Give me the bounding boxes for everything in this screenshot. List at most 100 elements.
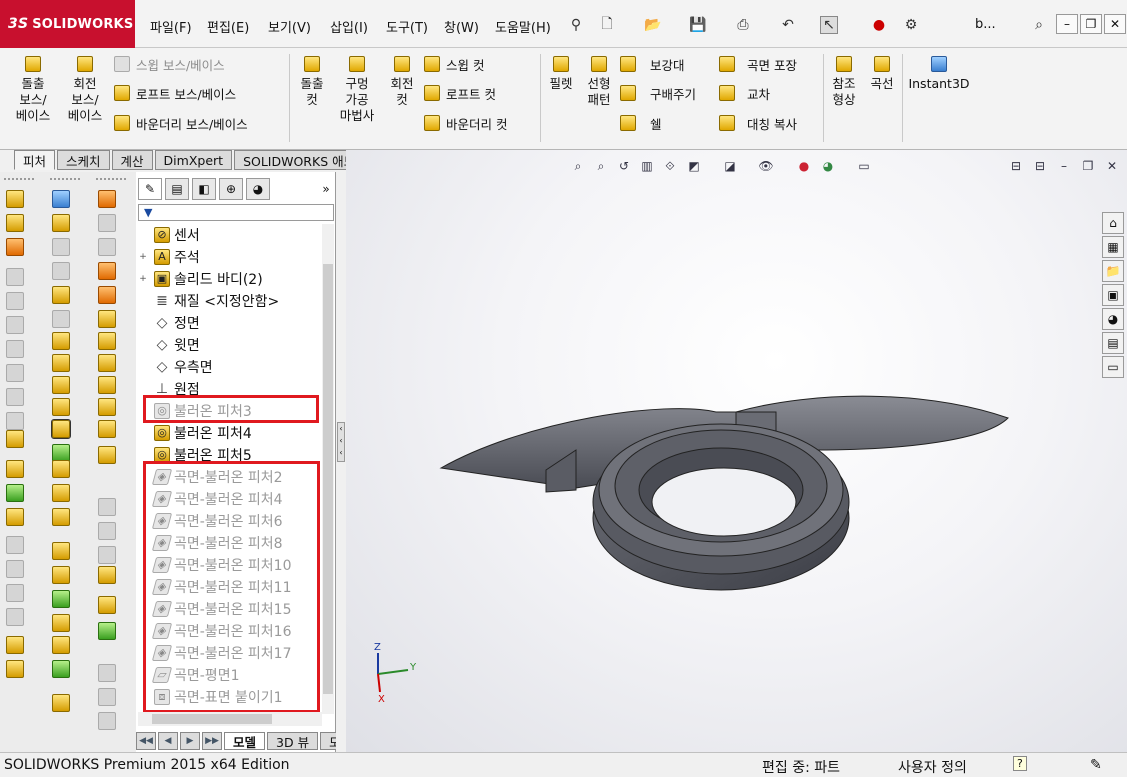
tool-icon[interactable] [52, 190, 70, 208]
tool-icon[interactable] [98, 664, 116, 682]
configuration-manager-icon[interactable]: ◧ [192, 178, 216, 200]
prev-tab-icon[interactable]: ◀ [158, 732, 178, 750]
boundary-boss-button[interactable]: 바운더리 보스/베이스 [114, 114, 248, 132]
tree-item[interactable]: ◈ 곡면-불러온 피처2 [138, 466, 283, 488]
mirror-button[interactable]: 대칭 복사 [719, 114, 797, 132]
tool-icon[interactable] [98, 596, 116, 614]
tree-item[interactable]: ⊘ 센서 [138, 224, 200, 246]
intersect-button[interactable]: 교차 [719, 84, 770, 102]
tree-item[interactable]: ◇ 우측면 [138, 356, 213, 378]
tool-icon[interactable] [98, 286, 116, 304]
tool-icon[interactable] [98, 420, 116, 438]
curves-button[interactable]: 곡선 [864, 56, 900, 92]
graphics-area[interactable]: ⌕ ⌕ ↺ ▥ ⟐ ◩ ◪ 👁 ● ◕ ▭ ⊟ ⊟ – ❐ ✕ Z Y X [346, 150, 1127, 752]
tree-filter-field[interactable]: ▼ [138, 204, 334, 221]
menu-tools[interactable]: 도구(T) [386, 17, 428, 36]
tool-icon[interactable] [6, 214, 24, 232]
tool-icon[interactable] [52, 566, 70, 584]
revolved-cut-button[interactable]: 회전 컷 [382, 56, 422, 108]
lofted-boss-button[interactable]: 로프트 보스/베이스 [114, 84, 236, 102]
next-tab-icon[interactable]: ▶ [180, 732, 200, 750]
tool-icon[interactable] [52, 590, 70, 608]
tab-sketch[interactable]: 스케치 [57, 150, 110, 170]
tool-icon[interactable] [52, 376, 70, 394]
tool-icon[interactable] [98, 190, 116, 208]
menu-file[interactable]: 파일(F) [150, 17, 192, 36]
panel-splitter[interactable]: ‹ ‹ ‹ [336, 172, 346, 752]
extruded-cut-button[interactable]: 돌출 컷 [294, 56, 330, 108]
tool-icon[interactable] [6, 508, 24, 526]
toolbar-grip[interactable] [50, 178, 80, 181]
tool-icon[interactable] [52, 310, 70, 328]
search-icon[interactable]: ⌕ [1030, 16, 1048, 34]
tree-item[interactable]: ⊥ 원점 [138, 378, 200, 400]
tool-icon[interactable] [6, 238, 24, 256]
tool-icon[interactable] [6, 364, 24, 382]
tool-icon[interactable] [98, 546, 116, 564]
tool-icon[interactable] [98, 354, 116, 372]
tool-icon[interactable] [98, 622, 116, 640]
tree-item[interactable]: ◈ 곡면-불러온 피처16 [138, 620, 291, 642]
tool-icon[interactable] [52, 660, 70, 678]
tree-item[interactable]: ◈ 곡면-불러온 피처10 [138, 554, 291, 576]
tree-item[interactable]: ◇ 윗면 [138, 334, 200, 356]
menu-view[interactable]: 보기(V) [268, 17, 311, 36]
tree-item[interactable]: ◈ 곡면-불러온 피처17 [138, 642, 291, 664]
instant3d-button[interactable]: Instant3D [906, 56, 972, 92]
close-button[interactable]: ✕ [1104, 14, 1126, 34]
file-explorer-icon[interactable]: 📁 [1102, 260, 1124, 282]
tree-item[interactable]: ◎ 불러온 피처4 [138, 422, 252, 444]
tool-icon[interactable] [52, 636, 70, 654]
print-icon[interactable]: ⎙ [734, 16, 752, 34]
tool-icon[interactable] [6, 340, 24, 358]
tree-item[interactable]: ≣ 재질 <지정안함> [138, 290, 279, 312]
design-library-icon[interactable]: ▦ [1102, 236, 1124, 258]
tree-item[interactable]: ◇ 정면 [138, 312, 200, 334]
wrap-button[interactable]: 곡면 포장 [719, 55, 797, 73]
tool-icon[interactable] [98, 376, 116, 394]
tree-item[interactable]: ▱ 곡면-평면1 [138, 664, 239, 686]
tree-item[interactable]: + A 주석 [138, 246, 200, 268]
tool-icon[interactable] [98, 566, 116, 584]
view-palette-icon[interactable]: ▣ [1102, 284, 1124, 306]
draft-button[interactable]: 구배주기 [620, 84, 696, 102]
tree-item[interactable]: ◈ 곡면-불러온 피처6 [138, 510, 283, 532]
restore-button[interactable]: ❐ [1080, 14, 1102, 34]
tab-dimxpert[interactable]: DimXpert [154, 150, 233, 170]
tool-icon[interactable] [6, 268, 24, 286]
tree-item[interactable]: + ▣ 솔리드 바디(2) [138, 268, 263, 290]
fillet-button[interactable]: 필렛 [544, 56, 578, 92]
linear-pattern-button[interactable]: 선형 패턴 [580, 56, 618, 108]
save-icon[interactable]: 💾 [689, 16, 707, 34]
last-tab-icon[interactable]: ▶▶ [202, 732, 222, 750]
tool-icon[interactable] [98, 214, 116, 232]
tool-icon[interactable] [98, 238, 116, 256]
first-tab-icon[interactable]: ◀◀ [136, 732, 156, 750]
tool-icon[interactable] [6, 484, 24, 502]
menu-help[interactable]: 도움말(H) [495, 17, 551, 36]
revolved-boss-button[interactable]: 회전 보스/ 베이스 [62, 56, 108, 124]
rib-button[interactable]: 보강대 [620, 55, 685, 73]
reference-geometry-button[interactable]: 참조 형상 [826, 56, 862, 108]
tree-vertical-scrollbar[interactable] [322, 224, 334, 714]
solidworks-logo[interactable]: 3S SOLIDWORKS [0, 0, 135, 48]
tab-evaluate[interactable]: 계산 [111, 150, 153, 170]
tool-icon[interactable] [98, 310, 116, 328]
tool-icon[interactable] [6, 584, 24, 602]
tool-icon[interactable] [6, 636, 24, 654]
expand-toggle-icon[interactable]: + [138, 274, 148, 284]
tool-icon[interactable] [6, 460, 24, 478]
tool-icon[interactable] [6, 316, 24, 334]
tool-icon[interactable] [98, 332, 116, 350]
swept-boss-button[interactable]: 스윕 보스/베이스 [114, 55, 225, 73]
tool-icon[interactable] [52, 542, 70, 560]
dimxpert-manager-icon[interactable]: ⊕ [219, 178, 243, 200]
tool-icon[interactable] [98, 398, 116, 416]
tool-icon[interactable] [6, 536, 24, 554]
tool-icon[interactable] [52, 694, 70, 712]
tab-model[interactable]: 모델 [224, 732, 266, 750]
hole-wizard-button[interactable]: 구멍 가공 마법사 [334, 56, 380, 124]
menu-window[interactable]: 창(W) [444, 17, 479, 36]
scrollbar-thumb[interactable] [323, 264, 333, 694]
tool-icon[interactable] [52, 460, 70, 478]
